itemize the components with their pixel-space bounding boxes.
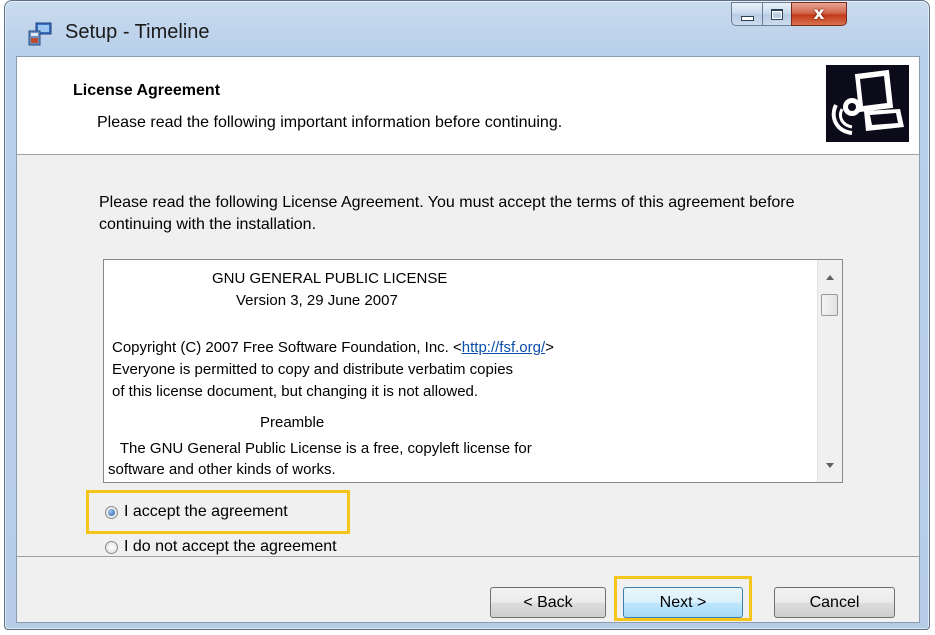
setup-icon (27, 21, 53, 47)
license-line: Version 3, 29 June 2007 (236, 292, 398, 309)
license-scrollbar[interactable] (817, 260, 842, 482)
back-button[interactable]: < Back (490, 587, 606, 618)
license-textbox[interactable]: GNU GENERAL PUBLIC LICENSE Version 3, 29… (103, 259, 843, 483)
maximize-button[interactable] (762, 2, 792, 26)
license-line: Preamble (260, 414, 325, 431)
copyright-text: Copyright (C) 2007 Free Software Foundat… (112, 339, 462, 356)
license-line: GNU GENERAL PUBLIC LICENSE (212, 270, 448, 287)
cancel-button[interactable]: Cancel (774, 587, 895, 618)
license-text: GNU GENERAL PUBLIC LICENSE Version 3, 29… (104, 260, 817, 482)
minimize-icon (740, 15, 754, 21)
license-line: of this license document, but changing i… (112, 383, 479, 400)
decline-option[interactable]: I do not accept the agreement (105, 538, 337, 556)
next-button[interactable]: Next > (623, 587, 743, 618)
scroll-up-icon[interactable] (826, 275, 834, 280)
page-title: License Agreement (73, 82, 221, 99)
window-title: Setup - Timeline (65, 21, 210, 43)
maximize-icon (771, 8, 783, 20)
installer-computer-icon (826, 65, 909, 142)
decline-radio[interactable] (105, 540, 118, 554)
accept-option[interactable]: I accept the agreement (105, 503, 288, 521)
close-button[interactable]: x (791, 2, 847, 26)
close-icon: x (813, 4, 825, 24)
accept-label[interactable]: I accept the agreement (124, 503, 288, 521)
page-subtitle: Please read the following important info… (97, 114, 563, 131)
scroll-thumb[interactable] (821, 294, 838, 316)
copyright-text-end: > (545, 339, 554, 356)
license-line: Everyone is permitted to copy and distri… (112, 361, 514, 378)
footer-divider (17, 556, 919, 557)
license-line: The GNU General Public License is a free… (116, 440, 532, 457)
fsf-link[interactable]: http://fsf.org/ (462, 339, 545, 356)
minimize-button[interactable] (731, 2, 763, 26)
scroll-down-icon[interactable] (826, 463, 834, 468)
license-line: Copyright (C) 2007 Free Software Foundat… (112, 337, 554, 359)
setup-window: Setup - Timeline x License Agreement Ple… (4, 0, 930, 630)
wizard-header: License Agreement Please read the follow… (17, 57, 919, 155)
wizard-body: License Agreement Please read the follow… (16, 56, 920, 623)
accept-radio[interactable] (105, 505, 118, 519)
license-instructions: Please read the following License Agreem… (99, 194, 795, 233)
decline-label[interactable]: I do not accept the agreement (124, 538, 337, 556)
title-bar[interactable]: Setup - Timeline x (5, 1, 929, 59)
license-line: software and other kinds of works. (108, 461, 336, 478)
